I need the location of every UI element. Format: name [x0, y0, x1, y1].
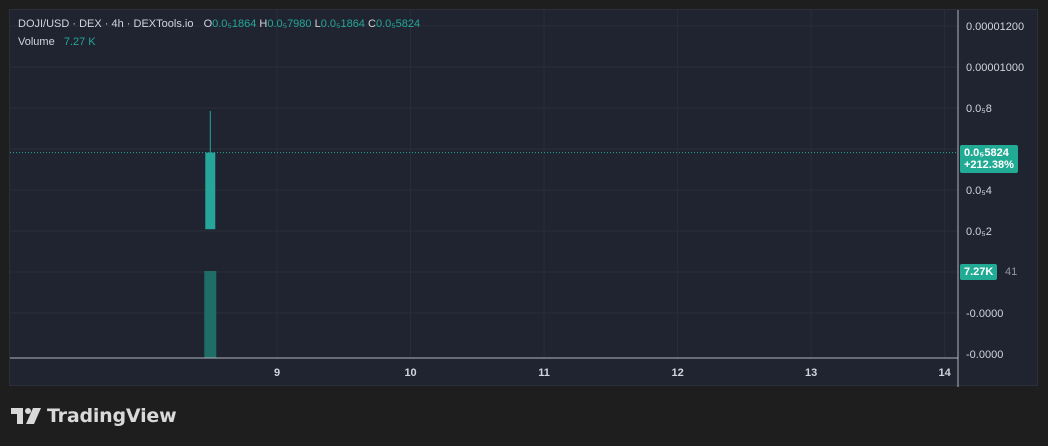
x-tick-label: 10: [404, 367, 416, 379]
chart-frame[interactable]: 0.00001200 0.00001000 0.0₅8 0.0₅4 0.0₅2 -0.00…: [9, 9, 1039, 387]
x-tick-label: 9: [274, 367, 280, 379]
y-tick-label: -0.0000: [966, 308, 1003, 320]
y-tick-label: 0.0₅2: [966, 226, 992, 238]
last-price-tag: 0.0₅5824 +212.38%: [960, 145, 1018, 173]
legend-open-value: 0.0₅1864: [212, 18, 257, 30]
legend-volume-value: 7.27 K: [63, 36, 96, 48]
legend-volume-label: Volume: [18, 36, 55, 48]
x-tick-label: 12: [671, 367, 683, 379]
tradingview-logo[interactable]: TradingView: [11, 404, 177, 428]
candle-body: [205, 152, 216, 230]
last-volume-tag: 7.27K: [960, 264, 998, 280]
legend-close-value: 0.0₅5824: [375, 18, 421, 30]
chart-legend-ohlc: DOJI/USD · DEX · 4h · DEXTools.io O0.0₅1…: [18, 17, 420, 31]
last-volume-value: 7.27K: [964, 266, 994, 278]
tradingview-brand: TradingView: [47, 405, 177, 427]
legend-symbol: DOJI/USD · DEX · 4h · DEXTools.io: [18, 18, 194, 30]
tradingview-logo-icon: [11, 408, 41, 424]
grid-layer: [10, 10, 958, 358]
legend-open-label: O: [203, 18, 213, 30]
chart-legend-volume: Volume 7.27 K: [18, 35, 96, 49]
x-tick-label: 13: [805, 367, 817, 379]
volume-bar: [204, 271, 217, 358]
legend-low-value: 0.0₅1864: [320, 18, 365, 30]
x-tick-label: 14: [939, 367, 952, 379]
last-price-change: +212.38%: [964, 159, 1014, 171]
y-tick-label: 0.00001200: [966, 21, 1024, 33]
last-price-value: 0.0₅5824: [964, 147, 1009, 159]
y-tick-label: 0.00001000: [966, 62, 1024, 74]
y-tick-label: 0.0₅8: [966, 103, 992, 115]
y-tick-label: -0.0000: [966, 349, 1003, 361]
legend-close-label: C: [368, 18, 376, 30]
y-tick-label: 0.0₅4: [966, 185, 992, 197]
chart-canvas[interactable]: 0.00001200 0.00001000 0.0₅8 0.0₅4 0.0₅2 -0.00…: [10, 10, 1039, 387]
volume-axis-partial-tick: 41: [1005, 266, 1018, 278]
legend-high-value: 0.0₅7980: [267, 18, 312, 30]
x-tick-label: 11: [538, 367, 550, 379]
volume-layer: [204, 271, 217, 358]
candle-layer: [10, 110, 958, 230]
